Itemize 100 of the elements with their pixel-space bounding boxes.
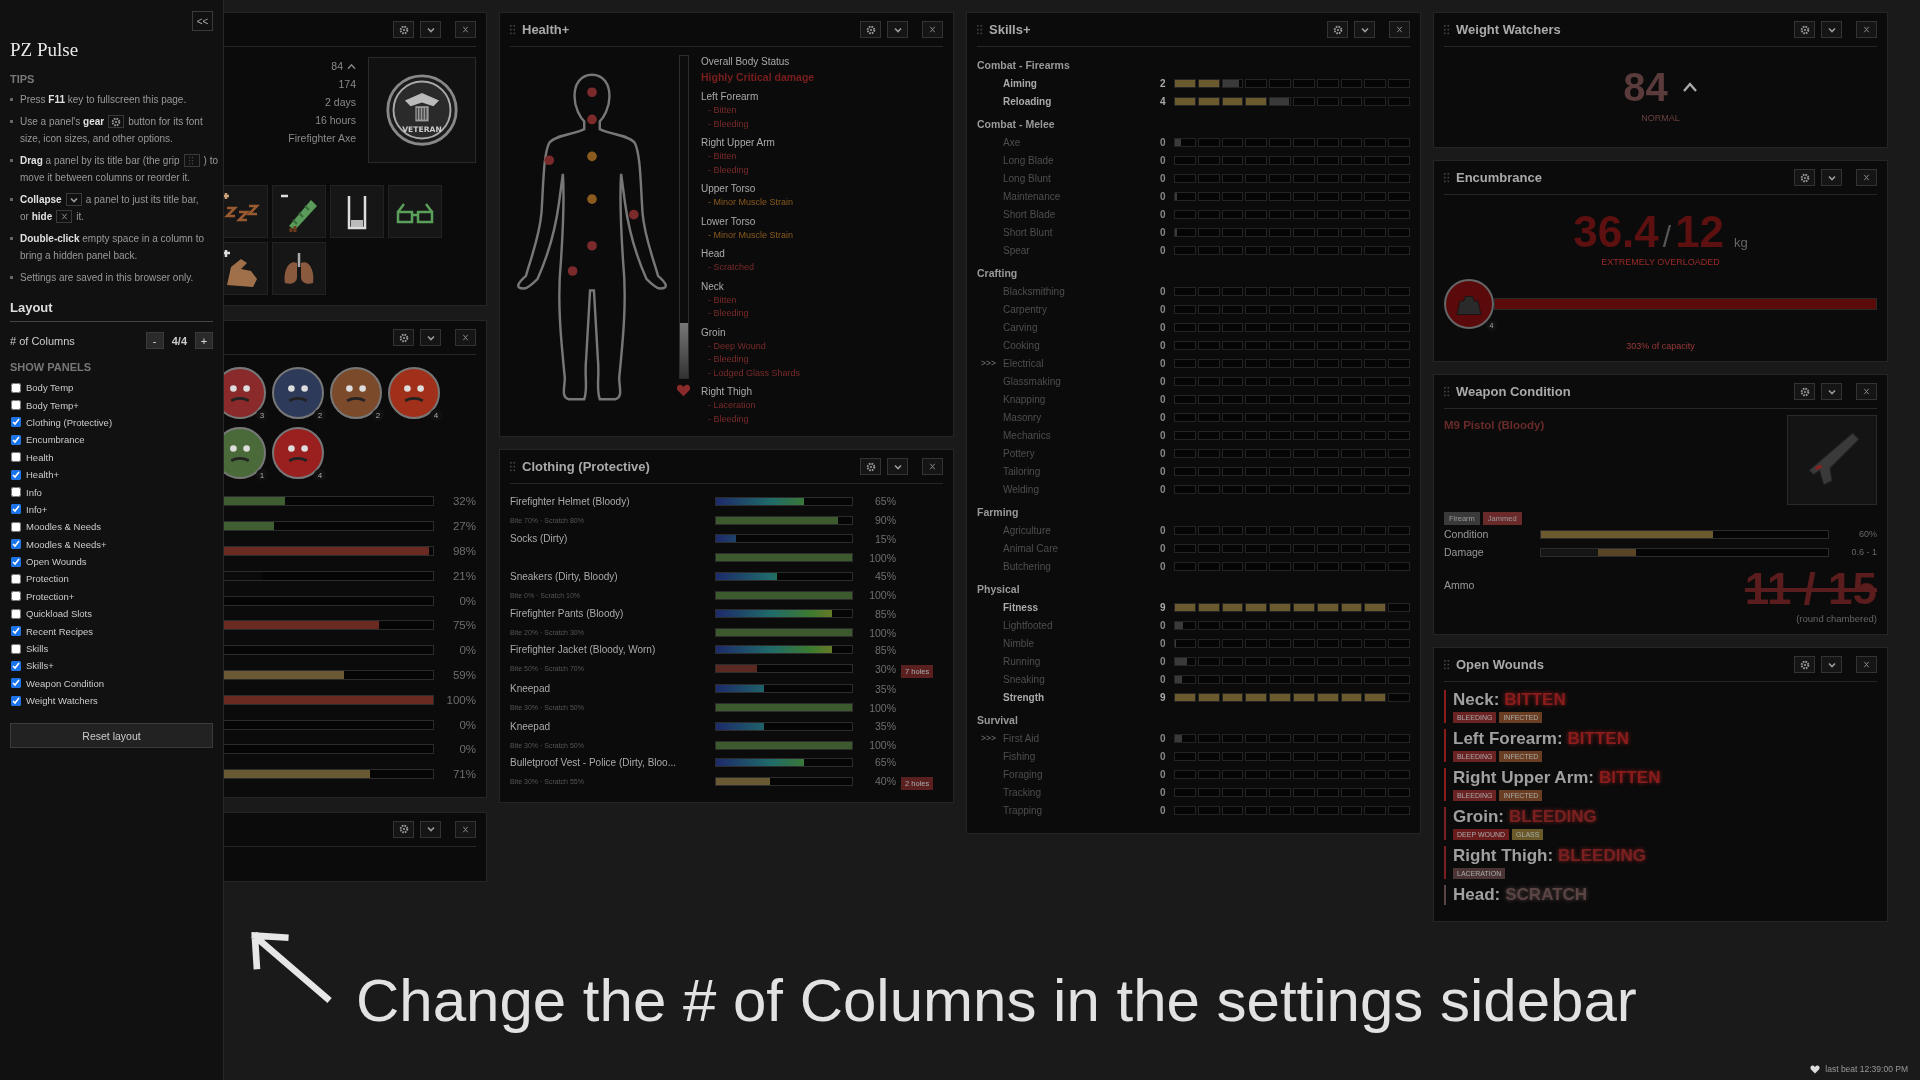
- encumbrance-status: EXTREMELY OVERLOADED: [1601, 257, 1720, 267]
- moodle-count: 1: [256, 469, 268, 481]
- grip-icon[interactable]: [1444, 24, 1450, 35]
- status-value: Highly Critical damage: [701, 70, 815, 85]
- skill-level: 0: [1160, 768, 1167, 780]
- close-button[interactable]: [455, 329, 476, 346]
- settings-button[interactable]: [393, 329, 414, 346]
- injury-text: - Minor Muscle Strain: [707, 196, 795, 209]
- clothing-name: Firefighter Pants (Bloody): [510, 608, 625, 620]
- close-button[interactable]: [1856, 383, 1877, 400]
- panel-checkbox[interactable]: [11, 556, 21, 567]
- settings-button[interactable]: [393, 21, 414, 38]
- face-icon: [229, 383, 251, 403]
- wound-type: BITTEN: [1504, 690, 1566, 710]
- grip-icon[interactable]: [510, 461, 516, 472]
- skill-name: Butchering: [1003, 560, 1052, 572]
- skill-level: 0: [1160, 190, 1167, 202]
- collapse-button[interactable]: [1354, 21, 1375, 38]
- settings-button[interactable]: [393, 820, 414, 838]
- need-percentage: 27%: [451, 520, 476, 533]
- settings-button[interactable]: [860, 21, 881, 38]
- close-button[interactable]: [1856, 656, 1877, 673]
- increment-button[interactable]: +: [195, 332, 213, 349]
- grip-icon[interactable]: [1444, 659, 1450, 670]
- app-title: PZ Pulse: [10, 39, 80, 61]
- collapse-button[interactable]: [1821, 169, 1842, 186]
- panel-checkbox[interactable]: [11, 382, 21, 393]
- close-button[interactable]: [922, 21, 943, 38]
- skill-name: Carpentry: [1003, 303, 1048, 315]
- wound-location: Head:: [1453, 885, 1501, 905]
- panel-checkbox[interactable]: [11, 591, 21, 602]
- panel-checkbox[interactable]: [11, 660, 21, 671]
- collapse-button[interactable]: [420, 329, 441, 346]
- panel-checkbox[interactable]: [11, 417, 21, 428]
- panel-checkbox[interactable]: [11, 608, 21, 619]
- close-button[interactable]: [922, 458, 943, 475]
- close-button[interactable]: [1389, 21, 1410, 38]
- skill-name: Foraging: [1003, 768, 1044, 780]
- settings-button[interactable]: [1327, 21, 1348, 38]
- condition-percentage: 35%: [874, 682, 896, 695]
- panel-checkbox[interactable]: [11, 400, 21, 411]
- tip-text: Drag a panel by its title bar (the grip: [20, 154, 180, 168]
- close-button[interactable]: [1856, 169, 1877, 186]
- panel-checkbox[interactable]: [11, 695, 21, 706]
- collapse-button[interactable]: [420, 820, 441, 838]
- body-part-name: Groin: [701, 325, 727, 340]
- decrement-button[interactable]: -: [145, 332, 164, 349]
- panel-checkbox[interactable]: [11, 574, 21, 584]
- collapse-button[interactable]: [1821, 656, 1842, 673]
- wound-location: Right Thigh:: [1453, 846, 1554, 866]
- skill-name: First Aid: [1003, 732, 1041, 744]
- panel-checkbox[interactable]: [11, 678, 21, 689]
- skill-level: 0: [1160, 357, 1167, 369]
- panel-checkbox[interactable]: [11, 521, 21, 532]
- skill-group-heading: Combat - Firearms: [977, 58, 1071, 73]
- checkbox-label: Open Wounds: [26, 556, 87, 568]
- checkbox-label: Protection+: [26, 590, 75, 602]
- settings-button[interactable]: [860, 458, 881, 475]
- collapse-button[interactable]: [1821, 383, 1842, 400]
- panel-checkbox[interactable]: [11, 626, 21, 637]
- grip-icon[interactable]: [189, 155, 195, 166]
- gear-icon: [1799, 386, 1810, 397]
- skill-name: Cooking: [1003, 339, 1041, 351]
- close-button[interactable]: [1856, 21, 1877, 38]
- injury-text: - Minor Muscle Strain: [707, 228, 795, 242]
- settings-button[interactable]: [1794, 656, 1815, 673]
- skill-level: 4: [1160, 95, 1167, 107]
- collapse-button[interactable]: [887, 458, 908, 475]
- panel-checkbox[interactable]: [11, 452, 21, 463]
- panel-checkbox[interactable]: [11, 434, 21, 445]
- grip-icon[interactable]: [510, 24, 516, 35]
- grip-icon[interactable]: [1444, 172, 1450, 183]
- grip-icon[interactable]: [1444, 386, 1450, 397]
- panel-checkbox[interactable]: [11, 469, 21, 480]
- weight-value: 84: [1623, 65, 1668, 109]
- skill-name: Mechanics: [1003, 429, 1052, 441]
- panel-checkbox[interactable]: [11, 487, 21, 498]
- close-button[interactable]: [455, 820, 476, 838]
- panel-checkbox[interactable]: [11, 643, 21, 654]
- condition-percentage: 85%: [874, 643, 896, 656]
- grip-icon[interactable]: [977, 24, 983, 35]
- settings-button[interactable]: [1794, 169, 1815, 186]
- panel-checkbox[interactable]: [11, 539, 21, 550]
- tip-text: Double-click empty space in a column to: [20, 232, 204, 246]
- skill-name: Maintenance: [1003, 190, 1062, 202]
- bullet-icon: [10, 276, 13, 279]
- collapse-button[interactable]: [420, 21, 441, 38]
- collapse-sidebar-button[interactable]: <<: [192, 11, 213, 31]
- collapse-button[interactable]: [1821, 21, 1842, 38]
- tip-text: Use a panel's gear: [20, 115, 105, 129]
- collapse-button[interactable]: [887, 21, 908, 38]
- settings-button[interactable]: [1794, 383, 1815, 400]
- columns-value: 4/4: [171, 334, 187, 347]
- panel-checkbox[interactable]: [11, 504, 21, 515]
- reset-layout-button[interactable]: Reset layout: [10, 723, 213, 749]
- tutorial-caption: Change the # of Columns in the settings sidebar: [356, 966, 1637, 1035]
- face-icon: [229, 443, 251, 463]
- settings-button[interactable]: [1794, 21, 1815, 38]
- ammo-count: 11 / 15: [1744, 565, 1877, 613]
- close-button[interactable]: [455, 21, 476, 38]
